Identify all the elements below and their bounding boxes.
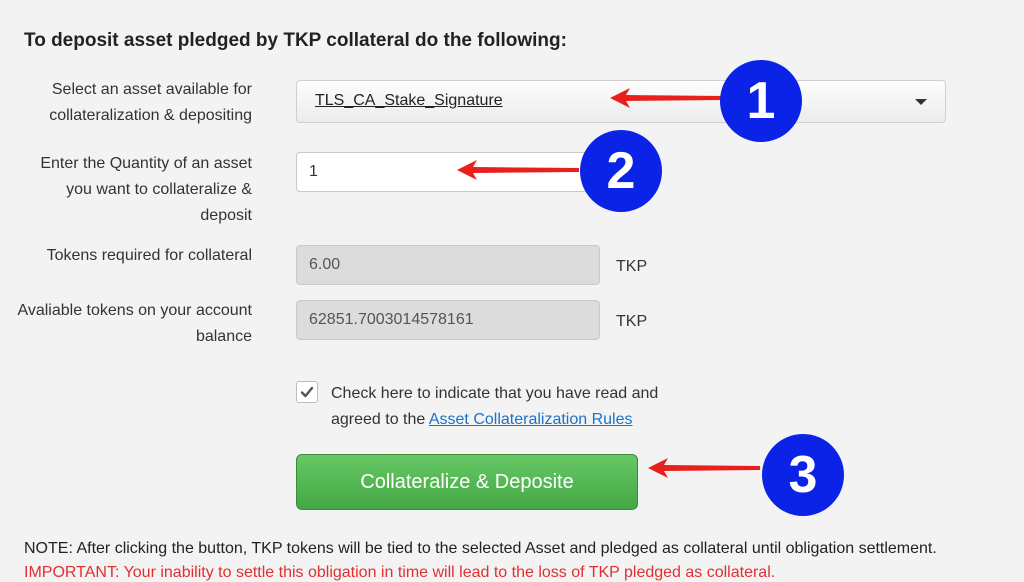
asset-select-label: Select an asset available for collateral… (49, 81, 252, 124)
agreement-text: Check here to indicate that you have rea… (331, 385, 659, 428)
available-tokens-unit: TKP (616, 313, 648, 330)
asset-select-value: TLS_CA_Stake_Signature (315, 92, 503, 109)
checkmark-icon (300, 386, 314, 398)
page-heading: To deposit asset pledged by TKP collater… (24, 30, 567, 51)
available-tokens-field: 62851.7003014578161 (296, 300, 600, 340)
annotation-arrow-1 (610, 88, 724, 108)
collateralize-deposit-button[interactable]: Collateralize & Deposite (296, 454, 638, 510)
collateralization-rules-link[interactable]: Asset Collateralization Rules (429, 411, 633, 428)
annotation-badge-1: 1 (720, 60, 802, 142)
agreement-checkbox[interactable] (296, 381, 318, 403)
annotation-arrow-2 (457, 160, 579, 180)
annotation-arrow-3 (648, 458, 760, 478)
quantity-label: Enter the Quantity of an asset you want … (40, 155, 252, 224)
annotation-badge-2: 2 (580, 130, 662, 212)
annotation-badge-3: 3 (762, 434, 844, 516)
tokens-required-label: Tokens required for collateral (46, 247, 252, 264)
tokens-required-unit: TKP (616, 258, 648, 275)
important-warning: IMPORTANT: Your inability to settle this… (24, 564, 776, 581)
chevron-down-icon (915, 99, 927, 105)
note-text: NOTE: After clicking the button, TKP tok… (24, 540, 937, 557)
available-tokens-label: Avaliable tokens on your account balance (17, 302, 252, 345)
tokens-required-field: 6.00 (296, 245, 600, 285)
